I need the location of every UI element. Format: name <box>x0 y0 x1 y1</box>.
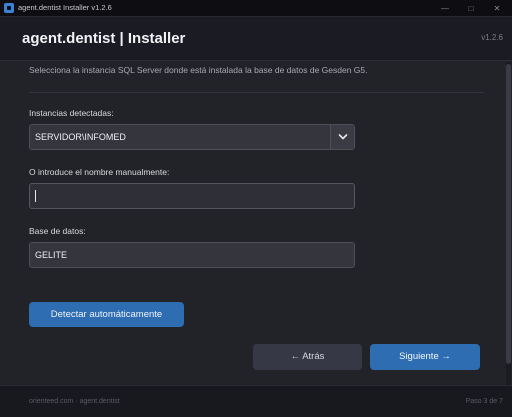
next-button[interactable]: Siguiente → <box>370 344 480 370</box>
section-divider <box>29 92 484 93</box>
detect-automatically-button[interactable]: Detectar automáticamente <box>29 302 184 327</box>
database-label: Base de datos: <box>29 226 86 236</box>
step-indicator: Paso 3 de 7 <box>465 398 503 405</box>
app-footer: orienteed.com · agent.dentist Paso 3 de … <box>0 385 512 417</box>
database-value: GELITE <box>35 250 68 260</box>
instances-select[interactable]: SERVIDOR\INFOMED <box>29 124 355 150</box>
database-input[interactable]: GELITE <box>29 242 355 268</box>
chevron-down-icon <box>338 134 348 140</box>
close-button[interactable]: ✕ <box>484 0 510 17</box>
step-description: Selecciona la instancia SQL Server donde… <box>29 65 368 75</box>
maximize-button[interactable]: □ <box>458 0 484 17</box>
window-title: agent.dentist Installer v1.2.6 <box>18 3 112 12</box>
dropdown-button[interactable] <box>330 125 354 149</box>
text-caret <box>35 190 36 202</box>
manual-instance-input[interactable] <box>29 183 355 209</box>
scrollbar[interactable] <box>506 62 511 385</box>
scrollbar-thumb[interactable] <box>506 64 511 364</box>
instances-selected-value: SERVIDOR\INFOMED <box>35 132 126 142</box>
back-button[interactable]: ← Atrás <box>253 344 362 370</box>
manual-label: O introduce el nombre manualmente: <box>29 167 170 177</box>
app-title: agent.dentist | Installer <box>22 30 186 47</box>
window-titlebar[interactable]: agent.dentist Installer v1.2.6 — □ ✕ <box>0 0 512 17</box>
app-header: agent.dentist | Installer v1.2.6 <box>0 17 512 61</box>
minimize-button[interactable]: — <box>432 0 458 17</box>
instances-label: Instancias detectadas: <box>29 108 114 118</box>
footer-credits: orienteed.com · agent.dentist <box>29 398 120 405</box>
version-label: v1.2.6 <box>481 33 503 42</box>
app-icon <box>4 3 14 13</box>
